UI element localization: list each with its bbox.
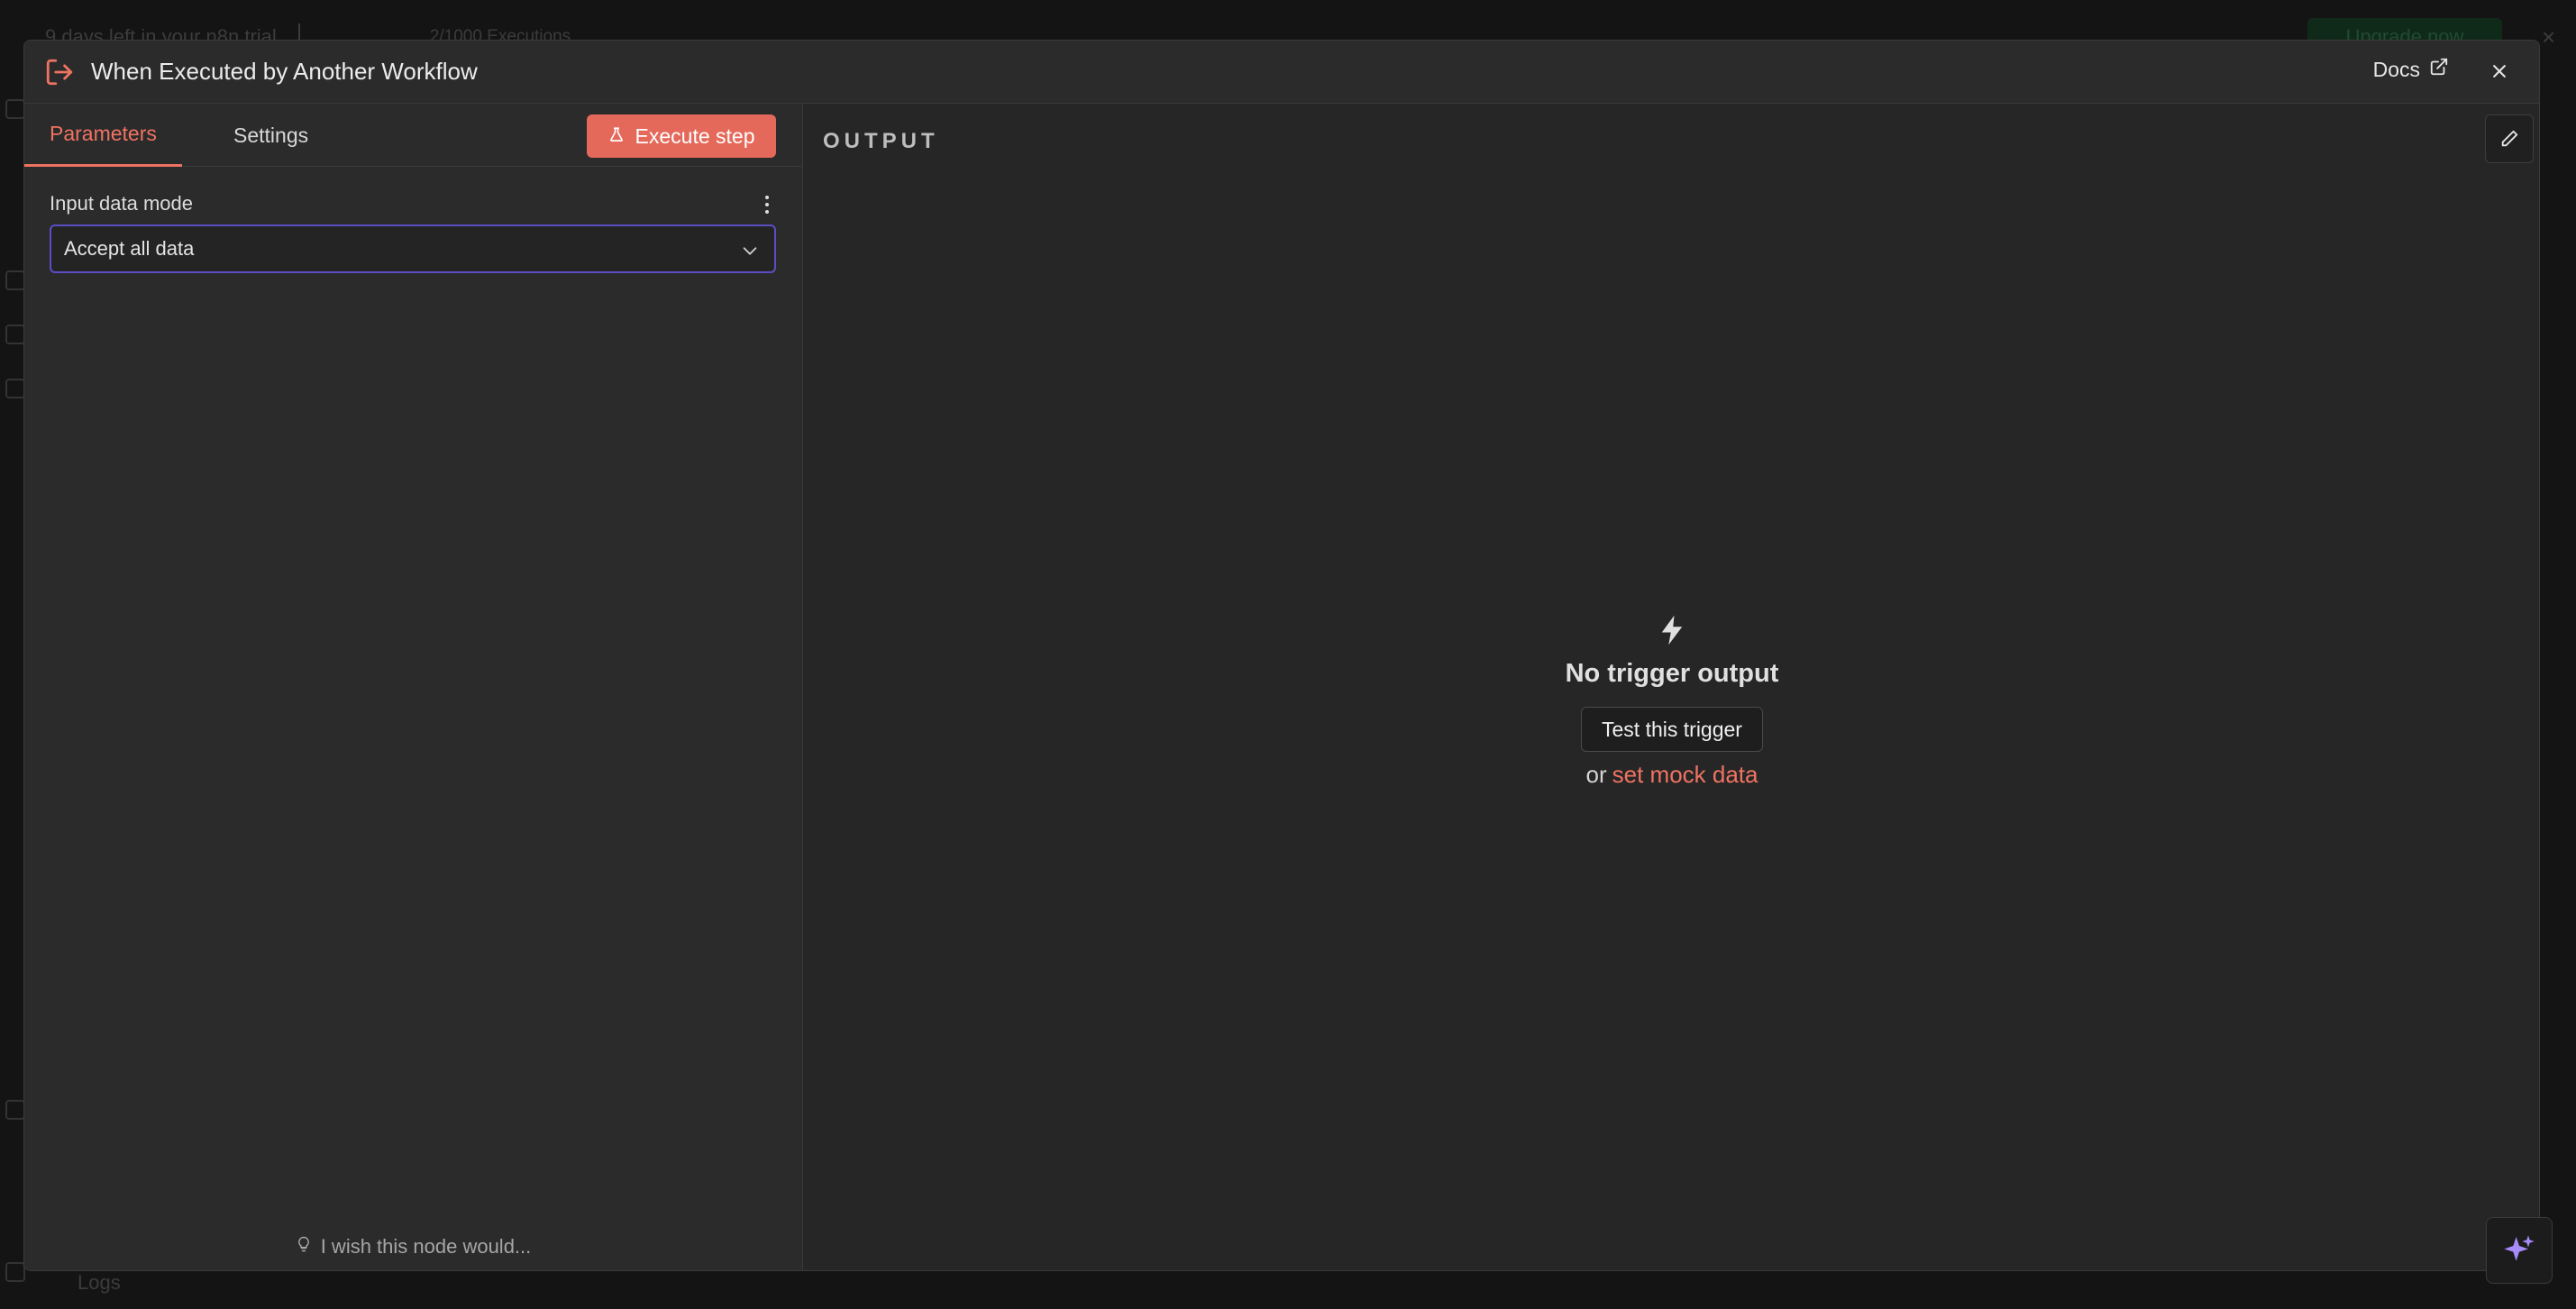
background-close-icon: × — [2542, 23, 2556, 50]
docs-label: Docs — [2372, 57, 2420, 81]
docs-link[interactable]: Docs — [2373, 57, 2449, 82]
output-heading: OUTPUT — [823, 129, 939, 153]
tab-parameters[interactable]: Parameters — [24, 104, 182, 167]
close-button[interactable] — [2483, 55, 2516, 87]
or-text: or — [1585, 761, 1607, 788]
sidebar-chat-icon — [5, 379, 25, 398]
mock-data-line: or set mock data — [1586, 761, 1758, 789]
lightning-icon — [1661, 615, 1683, 645]
empty-output-state: No trigger output Test this trigger or se… — [803, 614, 2539, 789]
ai-assistant-button[interactable] — [2486, 1217, 2553, 1284]
feedback-link[interactable]: I wish this node would... — [24, 1234, 802, 1259]
tab-settings[interactable]: Settings — [210, 104, 332, 167]
edit-output-button[interactable] — [2485, 114, 2534, 163]
sign-out-icon — [44, 56, 77, 88]
empty-output-title: No trigger output — [1565, 659, 1779, 688]
node-title: When Executed by Another Workflow — [91, 58, 478, 85]
parameters-panel: Parameters Settings Execute step Input d… — [24, 104, 803, 1270]
feedback-label: I wish this node would... — [320, 1235, 532, 1258]
external-link-icon — [2429, 57, 2449, 82]
output-panel: OUTPUT No trigger output Test this trigg… — [803, 104, 2539, 1270]
select-value: Accept all data — [64, 237, 195, 260]
logs-label: Logs — [78, 1271, 121, 1294]
execute-step-label: Execute step — [635, 124, 755, 148]
set-mock-data-link[interactable]: set mock data — [1612, 761, 1758, 788]
input-data-mode-select[interactable]: Accept all data — [50, 224, 776, 273]
chevron-down-icon — [740, 241, 760, 266]
sidebar-settings-icon — [5, 1262, 25, 1282]
close-icon — [2493, 65, 2506, 78]
input-data-mode-label: Input data mode — [50, 192, 194, 215]
test-trigger-button[interactable]: Test this trigger — [1581, 707, 1763, 752]
modal-header: When Executed by Another Workflow Docs — [24, 41, 2539, 104]
field-options-icon[interactable] — [758, 192, 776, 217]
sidebar-stats-icon — [5, 1100, 25, 1120]
node-details-modal: When Executed by Another Workflow Docs P… — [23, 40, 2540, 1271]
pencil-icon — [2501, 130, 2518, 147]
sparkle-icon — [2504, 1235, 2535, 1261]
sidebar-panel-icon — [5, 99, 25, 119]
tab-bar: Parameters Settings Execute step — [24, 104, 802, 167]
flask-icon — [608, 124, 625, 149]
sidebar-user-icon — [5, 325, 25, 344]
lightbulb-icon — [296, 1234, 312, 1259]
sidebar-home-icon — [5, 270, 25, 290]
execute-step-button[interactable]: Execute step — [587, 114, 776, 158]
